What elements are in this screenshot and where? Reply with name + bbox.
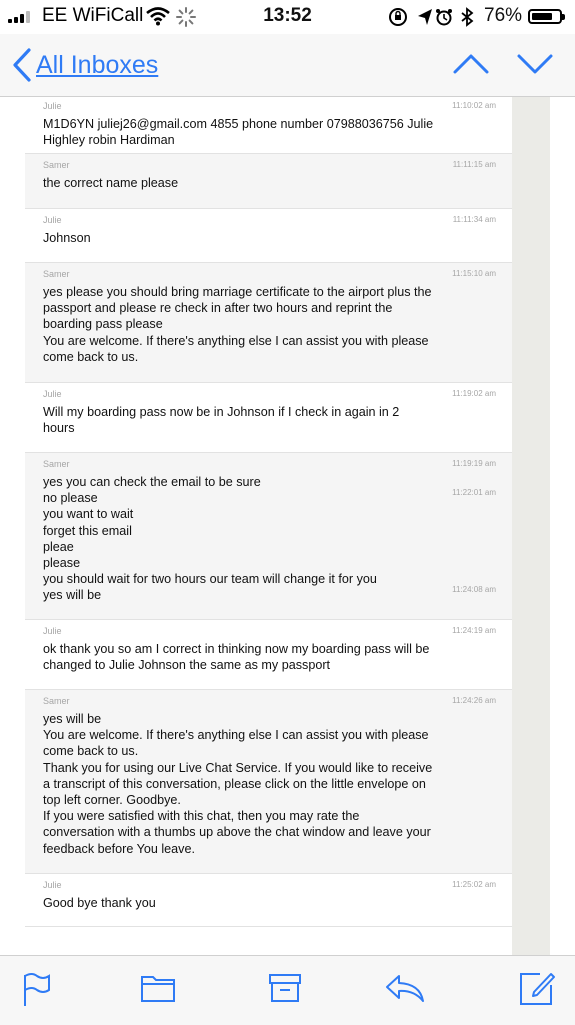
message-line: hours: [43, 421, 75, 436]
message-sender: Julie: [43, 626, 62, 636]
message-text: yes will be You are welcome. If there's a…: [43, 708, 512, 857]
message-line: no please: [43, 491, 98, 506]
message-line: pleae: [43, 539, 74, 554]
message-sender: Julie: [43, 389, 62, 399]
chat-message: Samer yes you can check the email to be s…: [25, 453, 512, 620]
message-line: yes you can check the email to be sure: [43, 475, 261, 489]
message-timestamp: 11:24:08 am: [452, 585, 496, 595]
message-sender: Julie: [43, 101, 62, 111]
message-line: Good bye thank you: [43, 896, 156, 910]
back-button[interactable]: All Inboxes: [12, 48, 158, 82]
message-timestamp: 11:19:02 am: [452, 389, 496, 398]
message-line: Thank you for using our Live Chat Servic…: [43, 760, 433, 775]
battery-icon: [528, 9, 565, 24]
message-text: yes you can check the email to be sure no…: [43, 471, 512, 604]
compose-icon[interactable]: [518, 969, 556, 1007]
chevron-up-icon[interactable]: [452, 50, 490, 78]
message-timestamp: 11:10:02 am: [452, 101, 496, 110]
message-line: You are welcome. If there's anything els…: [43, 333, 429, 348]
message-line: a transcript of this conversation, pleas…: [43, 776, 426, 791]
message-line: M1D6YN juliej26@gmail.com 4855 phone num…: [43, 117, 434, 131]
message-line: Will my boarding pass now be in Johnson …: [43, 405, 400, 419]
chat-message: Julie ok thank you so am I correct in thi…: [25, 620, 512, 690]
message-line: boarding pass please: [43, 317, 163, 332]
message-line: feedback before You leave.: [43, 841, 195, 856]
message-timestamp: 11:22:01 am: [452, 488, 496, 498]
message-line: top left corner. Goodbye.: [43, 793, 181, 808]
navigation-bar: All Inboxes: [0, 34, 575, 96]
reply-arrow-icon[interactable]: [384, 972, 426, 1004]
message-line: Highley robin Hardiman: [43, 133, 175, 148]
message-line: please: [43, 556, 81, 571]
message-text: M1D6YN juliej26@gmail.com 4855 phone num…: [43, 113, 512, 148]
chat-message: Julie Will my boarding pass now be in Joh…: [25, 383, 512, 453]
message-timestamp: 11:11:34 am: [452, 215, 496, 224]
message-sender: Julie: [43, 215, 62, 225]
bluetooth-icon: [461, 7, 474, 27]
battery-percentage: 76%: [484, 5, 523, 26]
message-timestamp: 11:25:02 am: [452, 880, 496, 889]
message-sender: Samer: [43, 459, 70, 469]
message-sender: Samer: [43, 160, 70, 170]
rotation-lock-icon: [389, 8, 407, 26]
message-line: the correct name please: [43, 176, 179, 190]
folder-icon[interactable]: [140, 972, 176, 1004]
bottom-toolbar: [0, 955, 575, 1025]
chevron-left-icon: [13, 48, 31, 82]
chat-transcript: Julie M1D6YN juliej26@gmail.com 4855 phon…: [25, 97, 512, 955]
message-text: ok thank you so am I correct in thinking…: [43, 638, 512, 673]
email-body[interactable]: Julie M1D6YN juliej26@gmail.com 4855 phon…: [0, 97, 575, 955]
message-line: yes will be: [43, 712, 102, 726]
message-line: Johnson: [43, 231, 91, 245]
message-line: come back to us.: [43, 744, 139, 759]
chat-message-partial: [25, 927, 512, 955]
message-text: the correct name please: [43, 172, 512, 191]
message-sender: Julie: [43, 880, 62, 890]
message-line: changed to Julie Johnson the same as my …: [43, 658, 331, 673]
location-arrow-icon: [418, 9, 432, 25]
message-timestamp: 11:24:26 am: [452, 696, 496, 705]
message-timestamp: 11:19:19 am: [452, 459, 496, 468]
message-line: conversation with a thumbs up above the …: [43, 825, 431, 840]
chat-message: Samer the correct name please 11:11:15 am: [25, 154, 512, 209]
message-sender: Samer: [43, 269, 70, 279]
alarm-icon: [436, 9, 452, 26]
chat-message: Samer yes will be You are welcome. If ther…: [25, 690, 512, 874]
message-timestamp: 11:11:15 am: [452, 160, 496, 169]
archive-box-icon[interactable]: [268, 972, 302, 1004]
message-timestamp: 11:24:19 am: [452, 626, 496, 635]
chat-message: Julie M1D6YN juliej26@gmail.com 4855 phon…: [25, 97, 512, 154]
message-line: If you were satisfied with this chat, th…: [43, 809, 360, 824]
message-text: yes please you should bring marriage cer…: [43, 281, 512, 365]
message-line: yes will be: [43, 588, 102, 603]
message-line: ok thank you so am I correct in thinking…: [43, 642, 430, 656]
message-line: forget this email: [43, 523, 132, 538]
message-line: yes please you should bring marriage cer…: [43, 285, 432, 299]
message-line: come back to us.: [43, 349, 139, 364]
flag-icon[interactable]: [22, 972, 52, 1008]
status-bar: EE WiFiCall 13:52 76%: [0, 0, 575, 34]
message-line: passport and please re check in after tw…: [43, 301, 393, 316]
chat-message: Julie Good bye thank you 11:25:02 am: [25, 874, 512, 927]
chevron-down-icon[interactable]: [516, 50, 554, 78]
message-text: Good bye thank you: [43, 892, 512, 911]
message-line: you want to wait: [43, 507, 134, 522]
scroll-track[interactable]: [512, 97, 550, 955]
message-line: you should wait for two hours our team w…: [43, 572, 377, 587]
status-icons-group: [389, 7, 474, 27]
message-line: You are welcome. If there's anything els…: [43, 728, 429, 743]
back-label: All Inboxes: [36, 50, 159, 79]
message-text: Johnson: [43, 227, 512, 246]
message-timestamp: 11:15:10 am: [452, 269, 496, 278]
message-sender: Samer: [43, 696, 70, 706]
chat-message: Julie Johnson 11:11:34 am: [25, 209, 512, 263]
chat-message: Samer yes please you should bring marriag…: [25, 263, 512, 383]
message-text: Will my boarding pass now be in Johnson …: [43, 401, 512, 436]
